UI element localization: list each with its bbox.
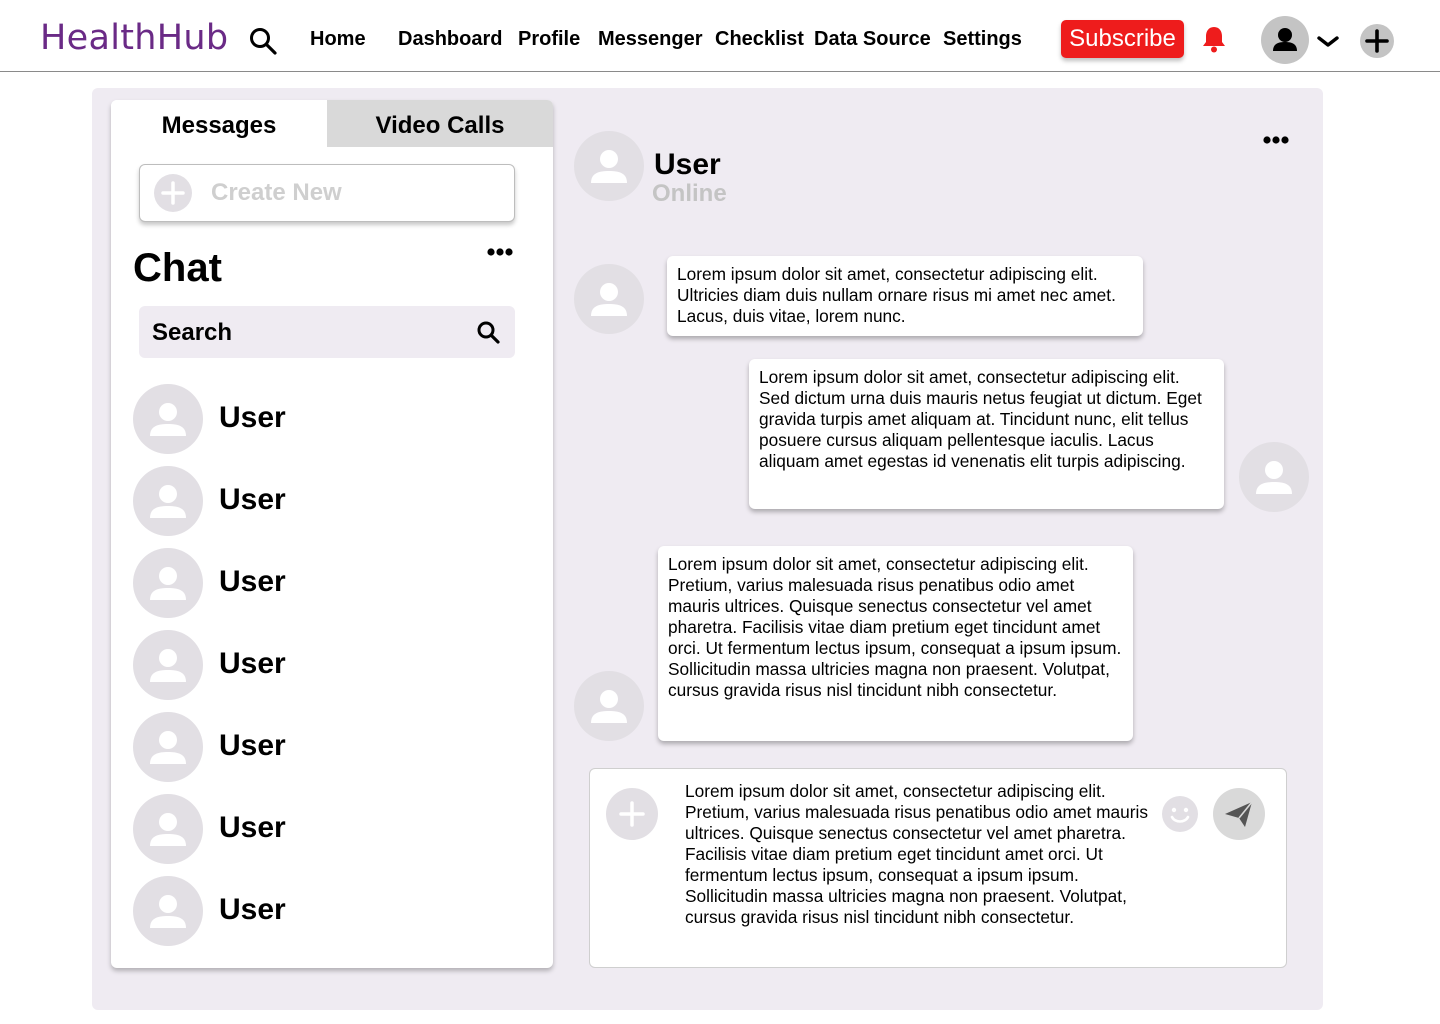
app-logo[interactable]: HealthHub xyxy=(40,18,228,58)
more-dots-icon[interactable] xyxy=(487,245,513,259)
user-avatar-icon[interactable] xyxy=(574,131,644,201)
user-avatar-icon xyxy=(133,384,203,454)
nav-link-data-source[interactable]: Data Source xyxy=(814,27,931,51)
nav-link-messenger[interactable]: Messenger xyxy=(598,27,703,51)
add-button[interactable] xyxy=(1360,24,1394,58)
user-avatar-icon xyxy=(133,712,203,782)
chat-list-panel: Messages Video Calls Create New Chat Sea… xyxy=(111,100,553,968)
chat-list-item[interactable]: User xyxy=(133,876,513,946)
chat-user-name: User xyxy=(219,729,286,762)
message-composer: Lorem ipsum dolor sit amet, consectetur … xyxy=(589,768,1287,968)
search-icon[interactable] xyxy=(248,26,278,56)
more-dots-icon[interactable] xyxy=(1263,133,1289,147)
user-avatar-icon xyxy=(133,466,203,536)
nav-link-home[interactable]: Home xyxy=(310,27,366,51)
chat-user-name: User xyxy=(219,811,286,844)
chat-list-item[interactable]: User xyxy=(133,794,513,864)
user-avatar-icon xyxy=(133,876,203,946)
send-icon[interactable] xyxy=(1212,787,1266,841)
user-avatar-icon xyxy=(1239,442,1309,512)
tab-video-calls[interactable]: Video Calls xyxy=(327,100,553,147)
chat-list-item[interactable]: User xyxy=(133,384,513,454)
chat-list-item[interactable]: User xyxy=(133,548,513,618)
chat-user-name: User xyxy=(219,483,286,516)
create-new-label: Create New xyxy=(211,179,342,206)
chat-search-input[interactable]: Search xyxy=(139,306,515,358)
user-avatar-icon xyxy=(133,548,203,618)
bell-icon[interactable] xyxy=(1199,24,1229,54)
user-avatar-icon xyxy=(574,671,644,741)
user-avatar-icon xyxy=(1273,28,1297,51)
message-bubble-incoming: Lorem ipsum dolor sit amet, consectetur … xyxy=(667,256,1143,336)
emoji-icon[interactable] xyxy=(1161,795,1199,833)
chat-user-name: User xyxy=(219,647,286,680)
tab-messages[interactable]: Messages xyxy=(111,100,327,147)
message-input[interactable]: Lorem ipsum dolor sit amet, consectetur … xyxy=(685,781,1155,928)
user-avatar-button[interactable] xyxy=(1261,16,1309,64)
search-icon[interactable] xyxy=(476,320,500,344)
subscribe-button[interactable]: Subscribe xyxy=(1061,20,1184,58)
user-avatar-icon xyxy=(133,794,203,864)
plus-circle-icon xyxy=(154,174,192,212)
search-placeholder: Search xyxy=(152,319,233,346)
message-bubble-outgoing: Lorem ipsum dolor sit amet, consectetur … xyxy=(749,359,1224,509)
chat-user-name: User xyxy=(219,401,286,434)
chevron-down-icon[interactable] xyxy=(1316,34,1340,50)
nav-link-settings[interactable]: Settings xyxy=(943,27,1022,51)
nav-link-checklist[interactable]: Checklist xyxy=(715,27,804,51)
conversation-user-name: User xyxy=(654,148,721,181)
chat-user-name: User xyxy=(219,565,286,598)
nav-link-profile[interactable]: Profile xyxy=(518,27,580,51)
create-new-button[interactable]: Create New xyxy=(139,164,515,222)
chat-list-item[interactable]: User xyxy=(133,630,513,700)
nav-link-dashboard[interactable]: Dashboard xyxy=(398,27,502,51)
add-attachment-icon[interactable] xyxy=(605,787,659,841)
message-bubble-incoming: Lorem ipsum dolor sit amet, consectetur … xyxy=(658,546,1133,741)
user-avatar-icon xyxy=(574,264,644,334)
chat-heading: Chat xyxy=(133,246,222,290)
chat-list-item[interactable]: User xyxy=(133,466,513,536)
chat-list-item[interactable]: User xyxy=(133,712,513,782)
plus-icon xyxy=(1365,29,1389,53)
user-avatar-icon xyxy=(133,630,203,700)
top-navbar: HealthHub Home Dashboard Profile Messeng… xyxy=(0,0,1440,72)
conversation-user-status: Online xyxy=(652,180,727,207)
chat-user-name: User xyxy=(219,893,286,926)
